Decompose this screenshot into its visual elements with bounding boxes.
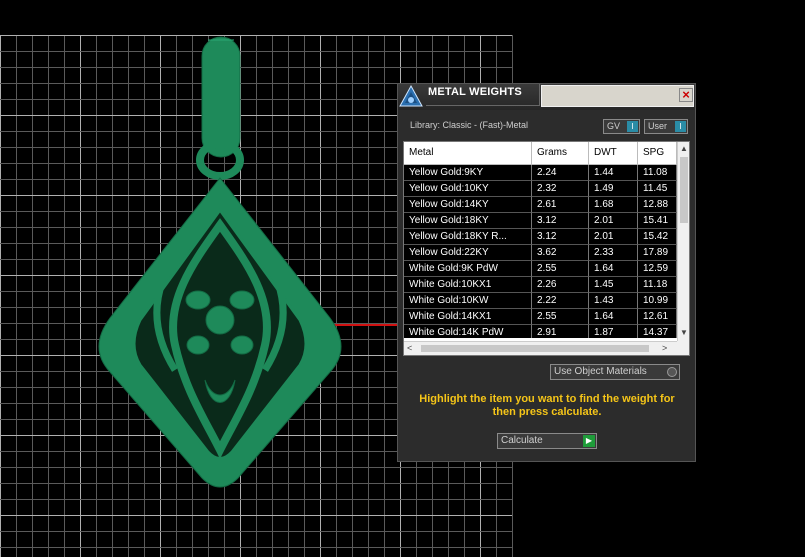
dwt-cell: 2.01	[589, 229, 638, 245]
calculate-button[interactable]: Calculate ▶	[497, 433, 597, 449]
metal-cell: Yellow Gold:18KY	[404, 213, 532, 229]
table-row[interactable]: Yellow Gold:22KY 3.62 2.33 17.89	[404, 245, 677, 261]
dwt-cell: 1.64	[589, 309, 638, 325]
horizontal-scrollbar[interactable]: < >	[404, 341, 677, 355]
scroll-up-icon[interactable]: ▲	[679, 144, 689, 154]
gv-toggle-label: GV	[607, 121, 621, 131]
metal-table[interactable]: Metal Grams DWT SPG Yellow Gold:9KY 2.24 1…	[403, 141, 690, 356]
dwt-cell: 1.49	[589, 181, 638, 197]
use-object-materials-toggle[interactable]: Use Object Materials	[550, 364, 680, 380]
instruction-text: Highlight the item you want to find the …	[419, 393, 675, 418]
spg-cell: 10.99	[638, 293, 677, 309]
play-icon: ▶	[583, 435, 595, 447]
dialog-title: METAL WEIGHTS	[426, 84, 540, 106]
dwt-cell: 1.43	[589, 293, 638, 309]
table-row[interactable]: White Gold:14KX1 2.55 1.64 12.61	[404, 309, 677, 325]
metal-cell: White Gold:10KX1	[404, 277, 532, 293]
table-row[interactable]: Yellow Gold:14KY 2.61 1.68 12.88	[404, 197, 677, 213]
table-row[interactable]: White Gold:10KX1 2.26 1.45 11.18	[404, 277, 677, 293]
radio-icon	[667, 367, 677, 377]
table-row[interactable]: White Gold:14K PdW 2.91 1.87 14.37	[404, 325, 677, 338]
dialog-titlebar[interactable]: METAL WEIGHTS ×	[398, 84, 695, 110]
table-row[interactable]: Yellow Gold:18KY R... 3.12 2.01 15.42	[404, 229, 677, 245]
user-toggle[interactable]: User I	[644, 119, 688, 134]
dwt-cell: 2.01	[589, 213, 638, 229]
dwt-cell: 1.64	[589, 261, 638, 277]
grams-cell: 2.24	[532, 165, 589, 181]
table-row[interactable]: Yellow Gold:10KY 2.32 1.49 11.45	[404, 181, 677, 197]
gv-toggle[interactable]: GV I	[603, 119, 640, 134]
grams-cell: 2.61	[532, 197, 589, 213]
grams-cell: 2.91	[532, 325, 589, 338]
metal-cell: Yellow Gold:22KY	[404, 245, 532, 261]
metal-cell: Yellow Gold:14KY	[404, 197, 532, 213]
grams-cell: 2.32	[532, 181, 589, 197]
grams-cell: 3.12	[532, 229, 589, 245]
col-header-spg[interactable]: SPG	[638, 142, 677, 164]
table-row[interactable]: White Gold:10KW 2.22 1.43 10.99	[404, 293, 677, 309]
grams-cell: 2.55	[532, 309, 589, 325]
grams-cell: 2.55	[532, 261, 589, 277]
spg-cell: 15.42	[638, 229, 677, 245]
calculate-label: Calculate	[501, 435, 543, 446]
table-row[interactable]: White Gold:9K PdW 2.55 1.64 12.59	[404, 261, 677, 277]
user-toggle-label: User	[648, 121, 668, 131]
app-logo-icon	[399, 84, 423, 107]
col-header-dwt[interactable]: DWT	[589, 142, 638, 164]
close-icon[interactable]: ×	[679, 88, 693, 102]
metal-cell: Yellow Gold:18KY R...	[404, 229, 532, 245]
scroll-corner	[677, 341, 689, 355]
dwt-cell: 1.45	[589, 277, 638, 293]
library-label: Library: Classic - (Fast)-Metal	[410, 120, 529, 130]
metal-cell: White Gold:10KW	[404, 293, 532, 309]
scroll-down-icon[interactable]: ▼	[679, 328, 689, 338]
col-header-grams[interactable]: Grams	[532, 142, 589, 164]
spg-cell: 17.89	[638, 245, 677, 261]
spg-cell: 15.41	[638, 213, 677, 229]
table-body: Yellow Gold:9KY 2.24 1.44 11.08 Yellow Gold:…	[404, 165, 677, 338]
scroll-thumb[interactable]	[680, 157, 688, 223]
spg-cell: 11.08	[638, 165, 677, 181]
spg-cell: 12.61	[638, 309, 677, 325]
metal-cell: White Gold:14KX1	[404, 309, 532, 325]
table-row[interactable]: Yellow Gold:9KY 2.24 1.44 11.08	[404, 165, 677, 181]
table-row[interactable]: Yellow Gold:18KY 3.12 2.01 15.41	[404, 213, 677, 229]
grams-cell: 3.62	[532, 245, 589, 261]
spg-cell: 14.37	[638, 325, 677, 338]
use-object-materials-label: Use Object Materials	[554, 366, 647, 377]
scroll-thumb[interactable]	[421, 345, 649, 352]
table-header: Metal Grams DWT SPG	[404, 142, 677, 165]
dwt-cell: 1.44	[589, 165, 638, 181]
spg-cell: 12.59	[638, 261, 677, 277]
spg-cell: 12.88	[638, 197, 677, 213]
metal-cell: Yellow Gold:10KY	[404, 181, 532, 197]
toggle-knob-icon: I	[675, 121, 686, 132]
toggle-knob-icon: I	[627, 121, 638, 132]
grams-cell: 3.12	[532, 213, 589, 229]
col-header-metal[interactable]: Metal	[404, 142, 532, 164]
scroll-left-icon[interactable]: <	[407, 343, 417, 353]
dwt-cell: 1.68	[589, 197, 638, 213]
metal-cell: White Gold:14K PdW	[404, 325, 532, 338]
grams-cell: 2.26	[532, 277, 589, 293]
dwt-cell: 2.33	[589, 245, 638, 261]
metal-weights-dialog: METAL WEIGHTS × Library: Classic - (Fast…	[397, 83, 696, 462]
titlebar-fill	[541, 85, 694, 107]
dwt-cell: 1.87	[589, 325, 638, 338]
scroll-right-icon[interactable]: >	[662, 343, 672, 353]
vertical-scrollbar[interactable]: ▲ ▼	[677, 142, 689, 341]
metal-cell: Yellow Gold:9KY	[404, 165, 532, 181]
spg-cell: 11.45	[638, 181, 677, 197]
spg-cell: 11.18	[638, 277, 677, 293]
metal-cell: White Gold:9K PdW	[404, 261, 532, 277]
grams-cell: 2.22	[532, 293, 589, 309]
